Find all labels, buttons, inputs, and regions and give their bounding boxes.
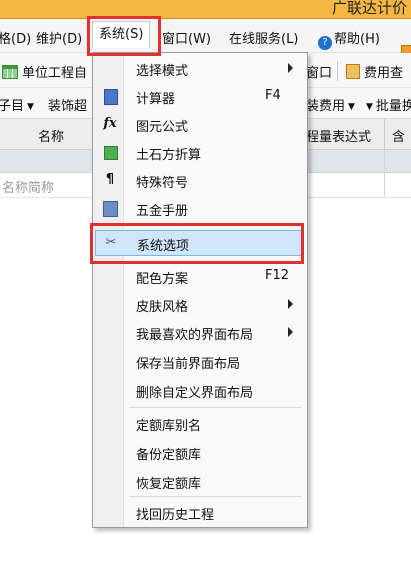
- menu-item-hardware-manual[interactable]: 五金手册: [93, 195, 307, 221]
- menu-help-label: 帮助(H): [334, 32, 380, 47]
- title-bar: 广联达计价: [0, 0, 411, 19]
- menu-item-label: 找回历史工程: [136, 508, 215, 523]
- annotation-box-system-options: [90, 223, 304, 264]
- fee-icon: [346, 64, 360, 79]
- menu-item-label: 皮肤风格: [136, 300, 189, 315]
- menu-item-label: 备份定额库: [136, 448, 202, 463]
- cube-icon: [104, 146, 118, 160]
- unit-project-label: 单位工程自: [22, 66, 88, 81]
- menu-item-favorite-layouts[interactable]: 我最喜欢的界面布局: [93, 319, 307, 345]
- menu-item-label: 恢复定额库: [136, 477, 202, 492]
- fee-query-button[interactable]: 费用查: [346, 62, 403, 81]
- menu-item-label: 选择模式: [136, 64, 189, 79]
- submenu-arrow-icon: [288, 63, 293, 73]
- menu-separator: [129, 407, 301, 408]
- menu-item-delete-layout[interactable]: 删除自定义界面布局: [93, 377, 307, 403]
- calculator-icon: [104, 89, 118, 105]
- submenu-arrow-icon: [288, 299, 293, 309]
- caret-down-icon: ▼: [348, 102, 355, 112]
- column-divider: [384, 150, 385, 197]
- unit-project-button[interactable]: 单位工程自: [2, 62, 87, 81]
- shortcut-label: F4: [265, 88, 281, 103]
- window-button[interactable]: 窗口: [306, 62, 332, 81]
- menu-item-calculator[interactable]: 计算器 F4: [93, 83, 307, 109]
- caret-down-icon: ▼: [366, 102, 373, 112]
- name-abbrev-placeholder: 名称简称: [2, 181, 55, 196]
- menu-item-restore-quota[interactable]: 恢复定额库: [93, 468, 307, 494]
- fee-dropdown[interactable]: 装费用 ▼: [306, 95, 355, 114]
- menu-edit[interactable]: 格(D): [0, 28, 31, 47]
- sub-item-label: 子目: [0, 99, 25, 114]
- menu-maintain[interactable]: 维护(D): [36, 28, 82, 47]
- menu-bar: 格(D) 维护(D) 系统(S) 窗口(W) 在线服务(L) ? 帮助(H): [0, 19, 411, 61]
- sub-item-dropdown[interactable]: 子目 ▼: [0, 95, 34, 114]
- menu-item-quota-alias[interactable]: 定额库别名: [93, 410, 307, 436]
- app-title: 广联达计价: [331, 0, 407, 17]
- pilcrow-icon: ¶: [105, 172, 115, 187]
- decoration-button[interactable]: 装饰超: [48, 95, 87, 114]
- formula-icon: fx: [103, 116, 117, 131]
- fee-query-label: 费用查: [364, 66, 404, 81]
- menu-item-earthwork-conversion[interactable]: 土石方折算: [93, 139, 307, 165]
- annotation-box-system-menu: [87, 16, 161, 56]
- menu-item-element-formula[interactable]: fx 图元公式: [93, 111, 307, 137]
- system-menu-dropdown: 选择模式 计算器 F4 fx 图元公式 土石方折算 ¶ 特殊符号 五金手册 ✂ …: [92, 52, 308, 528]
- menu-item-color-scheme[interactable]: 配色方案 F12: [93, 263, 307, 289]
- menu-item-save-layout[interactable]: 保存当前界面布局: [93, 348, 307, 374]
- menu-help[interactable]: ? 帮助(H): [318, 28, 380, 50]
- batch-label: 批量换: [375, 99, 411, 114]
- menu-item-label: 配色方案: [136, 272, 189, 287]
- menu-item-backup-quota[interactable]: 备份定额库: [93, 439, 307, 465]
- menu-item-label: 五金手册: [136, 204, 189, 219]
- menu-item-skin-style[interactable]: 皮肤风格: [93, 291, 307, 317]
- submenu-arrow-icon: [288, 327, 293, 337]
- fee-label: 装费用: [306, 99, 346, 114]
- book-icon: [103, 201, 118, 217]
- menu-item-label: 我最喜欢的界面布局: [136, 328, 254, 343]
- menu-item-recover-history[interactable]: 找回历史工程: [93, 499, 307, 525]
- menu-online-service[interactable]: 在线服务(L): [229, 28, 298, 47]
- menu-item-label: 定额库别名: [136, 419, 202, 434]
- menu-item-label: 保存当前界面布局: [136, 357, 241, 372]
- header-contains[interactable]: 含: [392, 126, 405, 145]
- menu-item-label: 特殊符号: [136, 176, 189, 191]
- header-quantity-expression[interactable]: 程量表达式: [306, 126, 371, 145]
- menu-window[interactable]: 窗口(W): [162, 28, 211, 47]
- column-divider: [384, 119, 385, 149]
- header-name[interactable]: 名称: [38, 126, 64, 145]
- toolbar-divider: [337, 61, 338, 81]
- menu-item-label: 土石方折算: [136, 148, 202, 163]
- menu-item-label: 计算器: [136, 92, 176, 107]
- menu-item-label: 删除自定义界面布局: [136, 386, 254, 401]
- menu-item-label: 图元公式: [136, 120, 189, 135]
- grid-icon: [2, 65, 18, 79]
- batch-replace-button[interactable]: ▼ 批量换: [366, 95, 411, 114]
- menu-item-special-symbols[interactable]: ¶ 特殊符号: [93, 167, 307, 193]
- shortcut-label: F12: [265, 268, 290, 283]
- help-icon: ?: [318, 36, 332, 50]
- menu-item-select-mode[interactable]: 选择模式: [93, 55, 307, 81]
- caret-down-icon: ▼: [27, 102, 34, 112]
- menu-separator: [129, 496, 301, 497]
